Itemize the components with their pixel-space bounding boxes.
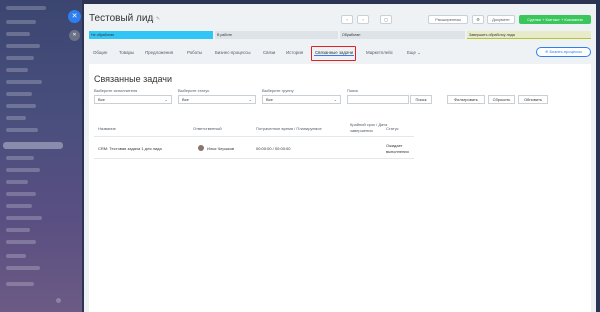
sidebar-item [6, 116, 26, 120]
chevron-down-icon: ⌄ [248, 97, 252, 102]
chevron-down-icon: ⌄ [333, 97, 337, 102]
lock-icon [56, 298, 61, 303]
search-label: Поиск [347, 88, 359, 93]
next-icon[interactable]: › [357, 15, 369, 24]
left-sidebar [0, 0, 82, 312]
sidebar-item [6, 92, 32, 96]
tab-offers[interactable]: Предложения [145, 50, 173, 55]
sidebar-item-active [3, 142, 63, 149]
sidebar-item [6, 20, 36, 24]
sidebar-item [6, 80, 42, 84]
column-name: Название [98, 126, 116, 131]
sidebar-item [6, 32, 30, 36]
sidebar-item [6, 204, 32, 208]
edit-icon[interactable]: ✎ [156, 16, 160, 22]
tab-general[interactable]: Общие [93, 50, 107, 55]
refresh-button[interactable]: Обновить [518, 95, 548, 104]
time-value: 00:00:00 / 00:00:00 [256, 146, 291, 151]
chevron-down-icon: ⌄ [417, 50, 421, 55]
convert-button[interactable]: Сделки + Контакт + Компания [519, 15, 591, 24]
section-title: Связанные задачи [94, 74, 173, 84]
tab-bizproc[interactable]: Бизнес-процессы [215, 50, 251, 55]
sidebar-item [6, 216, 42, 220]
stage-processed[interactable]: Обработан [340, 31, 465, 39]
executor-select[interactable]: Все ⌄ [94, 95, 172, 104]
table-divider [94, 136, 414, 137]
sidebar-item [6, 104, 36, 108]
mode-select[interactable]: Расширенная [428, 15, 468, 24]
prev-icon[interactable]: ‹ [341, 15, 353, 24]
sidebar-item [6, 282, 34, 286]
close-icon[interactable]: ✕ [68, 10, 81, 23]
collapse-icon[interactable]: ✕ [69, 30, 80, 41]
status-value: Ожидает выполнения [386, 143, 409, 154]
executor-label: Выберите исполнителя [94, 88, 138, 93]
sidebar-item [6, 240, 36, 244]
gear-icon[interactable]: ⚙ [472, 15, 484, 24]
column-time: Потраченное время / Планируемое [256, 126, 322, 131]
tab-more[interactable]: Еще ⌄ [407, 50, 421, 56]
bizproc-button[interactable]: ≋ Бизнес-процессы [536, 47, 591, 57]
search-input[interactable] [347, 95, 409, 104]
tab-products[interactable]: Товары [119, 50, 134, 55]
sidebar-item [6, 156, 34, 160]
tab-marketplace[interactable]: Маркетплейс [366, 50, 393, 55]
sidebar-item [6, 266, 40, 270]
group-select[interactable]: Все ⌄ [262, 95, 341, 104]
table-divider [94, 158, 414, 159]
tab-links[interactable]: Связи [263, 50, 275, 55]
group-label: Выберите группу [262, 88, 294, 93]
tab-highlight [311, 46, 356, 61]
sidebar-item [6, 192, 36, 196]
column-responsible: Ответственный [193, 126, 222, 131]
stage-new[interactable]: Не обработан [89, 31, 213, 39]
avatar [198, 145, 204, 151]
reset-button[interactable]: Сбросить [488, 95, 515, 104]
sidebar-item [6, 6, 46, 10]
documents-button[interactable]: Документ [487, 15, 515, 24]
responsible-name[interactable]: Илья Чершков [207, 146, 234, 152]
sidebar-item [6, 228, 30, 232]
sidebar-item [6, 56, 34, 60]
search-button[interactable]: Поиск [410, 95, 432, 104]
chevron-down-icon: ⌄ [164, 97, 168, 102]
column-status: Статус [386, 126, 399, 131]
status-select[interactable]: Все ⌄ [178, 95, 256, 104]
lead-panel: Тестовый лид ☆ ✎ ‹ › ▢ Расширенная ⚙ Док… [84, 4, 596, 312]
page-title: Тестовый лид [89, 13, 154, 24]
bizproc-icon: ≋ [545, 49, 549, 54]
copy-icon[interactable]: ▢ [380, 15, 392, 24]
related-tasks-card: Связанные задачи Выберите исполнителя Вс… [89, 64, 591, 312]
status-label: Выберите статус [178, 88, 210, 93]
task-name-link[interactable]: CRM: Тестовая задача 1 для лида [98, 146, 162, 152]
stage-finish[interactable]: Завершить обработку лида [467, 31, 591, 39]
tab-robots[interactable]: Роботы [187, 50, 202, 55]
filter-button[interactable]: Фильтровать [447, 95, 485, 104]
star-icon[interactable]: ☆ [150, 16, 154, 22]
sidebar-item [6, 168, 40, 172]
sidebar-item [6, 128, 38, 132]
sidebar-item [6, 180, 28, 184]
tab-underline [314, 55, 354, 56]
sidebar-item [6, 68, 28, 72]
stage-in-work[interactable]: В работе [215, 31, 338, 39]
tab-history[interactable]: История [286, 50, 303, 55]
sidebar-item [6, 254, 26, 258]
title-actions: ☆ ✎ [150, 16, 160, 22]
sidebar-item [6, 44, 40, 48]
